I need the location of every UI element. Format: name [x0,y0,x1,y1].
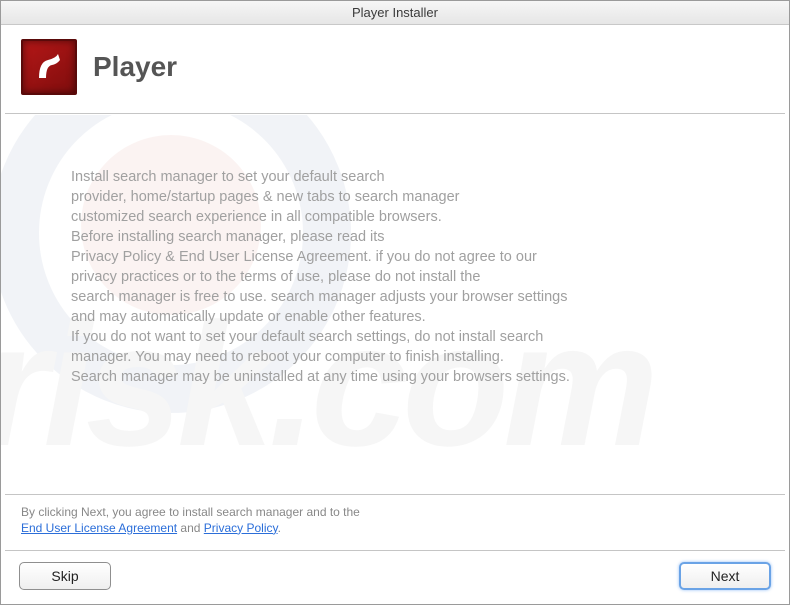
skip-button[interactable]: Skip [19,562,111,590]
footer-disclaimer: By clicking Next, you agree to install s… [1,496,789,550]
period: . [278,521,281,535]
header: Player [1,25,789,113]
disclaimer-text: By clicking Next, you agree to install s… [21,505,360,519]
window-titlebar: Player Installer [1,1,789,25]
window-title: Player Installer [352,5,438,20]
body-text: Install search manager to set your defau… [71,167,719,387]
and-text: and [177,521,204,535]
button-bar: Skip Next [1,552,789,604]
installer-window: Player Installer Player risk.com Install… [0,0,790,605]
privacy-link[interactable]: Privacy Policy [204,521,278,535]
flash-player-icon [21,39,77,95]
content-area: risk.com Install search manager to set y… [1,115,789,494]
next-button[interactable]: Next [679,562,771,590]
header-title: Player [93,51,177,83]
eula-link[interactable]: End User License Agreement [21,521,177,535]
